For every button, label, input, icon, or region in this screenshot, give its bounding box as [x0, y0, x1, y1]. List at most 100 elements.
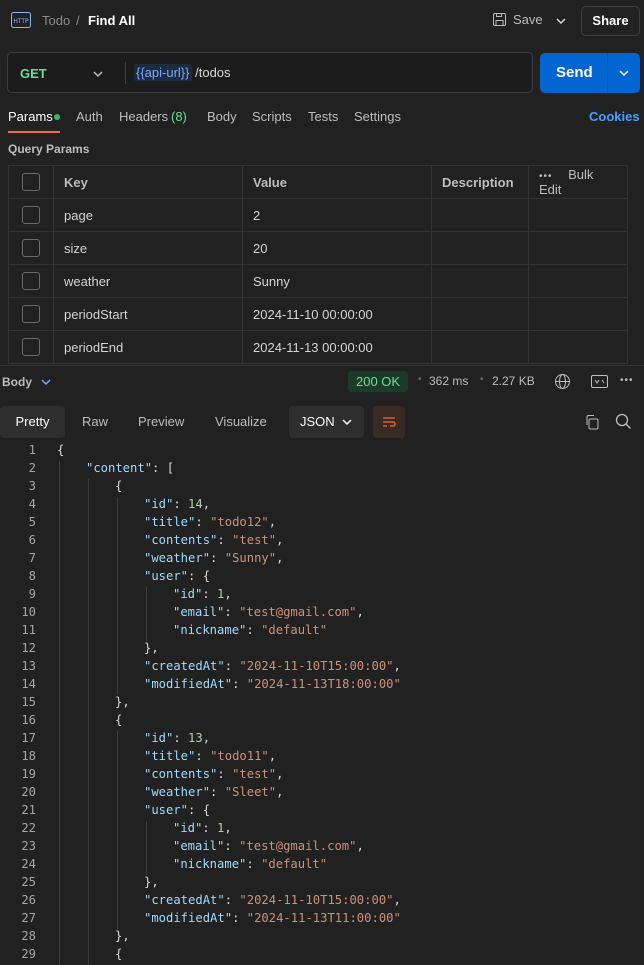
row-checkbox[interactable]: [22, 239, 40, 257]
code-line: {: [115, 479, 123, 493]
http-request-icon: HTTP: [11, 12, 31, 28]
request-tabs: Params Auth Headers (8) Body Scripts Tes…: [0, 104, 644, 133]
svg-text:HTTP: HTTP: [13, 18, 29, 25]
param-key[interactable]: size: [53, 231, 243, 265]
line-number: 14: [21, 677, 36, 691]
tab-body[interactable]: Body: [207, 109, 237, 124]
tab-settings[interactable]: Settings: [354, 109, 401, 124]
tab-auth[interactable]: Auth: [76, 109, 103, 124]
code-line: "contents": "test",: [144, 767, 284, 781]
wrap-lines-button[interactable]: [373, 406, 405, 438]
response-time[interactable]: 362 ms: [429, 374, 468, 388]
line-number: 27: [21, 911, 36, 925]
code-line: "email": "test@gmail.com",: [173, 605, 364, 619]
line-number: 16: [21, 713, 36, 727]
response-chevron-icon[interactable]: [40, 377, 52, 387]
row-checkbox[interactable]: [22, 206, 40, 224]
tab-visualize[interactable]: Visualize: [215, 406, 267, 438]
param-key[interactable]: periodStart: [53, 297, 243, 331]
table-row: periodEnd 2024-11-13 00:00:00: [8, 330, 628, 364]
param-value[interactable]: 2024-11-13 00:00:00: [242, 330, 432, 364]
response-body-label[interactable]: Body: [2, 375, 32, 389]
code-line: "id": 14,: [144, 497, 211, 511]
param-description[interactable]: [431, 297, 529, 331]
code-line: "nickname": "default": [173, 857, 328, 871]
param-description[interactable]: [431, 330, 529, 364]
status-badge[interactable]: 200 OK: [348, 371, 409, 392]
cookies-link[interactable]: Cookies: [589, 109, 640, 124]
param-value[interactable]: 2: [242, 198, 432, 232]
save-button[interactable]: Save: [492, 12, 543, 27]
param-key[interactable]: periodEnd: [53, 330, 243, 364]
request-header: HTTP Todo / Find All Save Share: [0, 0, 644, 42]
active-tab-indicator: [8, 131, 60, 133]
line-number: 21: [21, 803, 36, 817]
column-key: Key: [53, 165, 243, 199]
send-options-chevron-icon[interactable]: [618, 68, 630, 78]
tab-raw[interactable]: Raw: [82, 406, 108, 438]
line-number: 5: [28, 515, 36, 529]
search-icon[interactable]: [615, 413, 632, 430]
response-size[interactable]: 2.27 KB: [492, 374, 535, 388]
row-checkbox[interactable]: [22, 272, 40, 290]
response-header: Body 200 OK • 362 ms • 2.27 KB •••: [0, 366, 644, 398]
tab-pretty[interactable]: Pretty: [0, 406, 65, 438]
url-input[interactable]: {{api-url}} /todos: [134, 64, 231, 81]
indent-guide: [117, 731, 118, 929]
tab-preview[interactable]: Preview: [138, 406, 184, 438]
format-select[interactable]: JSON: [289, 406, 364, 438]
param-description[interactable]: [431, 198, 529, 232]
line-number: 23: [21, 839, 36, 853]
request-title[interactable]: Find All: [88, 13, 135, 28]
select-all-checkbox[interactable]: [22, 173, 40, 191]
share-button[interactable]: Share: [581, 6, 640, 36]
code-line: {: [115, 947, 123, 961]
param-description[interactable]: [431, 231, 529, 265]
code-line: "content": [: [86, 461, 175, 475]
param-value[interactable]: Sunny: [242, 264, 432, 298]
code-line: "modifiedAt": "2024-11-13T11:00:00": [144, 911, 401, 925]
param-description[interactable]: [431, 264, 529, 298]
method-select[interactable]: GET: [20, 66, 47, 81]
params-active-dot: [54, 114, 60, 120]
code-line: },: [115, 695, 130, 709]
param-value[interactable]: 2024-11-10 00:00:00: [242, 297, 432, 331]
row-checkbox[interactable]: [22, 338, 40, 356]
code-line: "title": "todo11",: [144, 749, 277, 763]
code-line: "weather": "Sleet",: [144, 785, 284, 799]
send-button[interactable]: Send: [556, 64, 593, 81]
code-line: "email": "test@gmail.com",: [173, 839, 364, 853]
param-key[interactable]: weather: [53, 264, 243, 298]
table-row: page 2: [8, 198, 628, 232]
param-value[interactable]: 20: [242, 231, 432, 265]
row-checkbox[interactable]: [22, 305, 40, 323]
line-number: 28: [21, 929, 36, 943]
tab-headers[interactable]: Headers: [119, 109, 168, 124]
line-number: 19: [21, 767, 36, 781]
param-key[interactable]: page: [53, 198, 243, 232]
more-options-icon[interactable]: •••: [539, 171, 553, 182]
code-line: "id": 1,: [173, 821, 232, 835]
breadcrumb-collection[interactable]: Todo: [42, 13, 70, 28]
save-response-icon[interactable]: [591, 375, 608, 388]
line-number: 6: [28, 533, 36, 547]
line-number: 15: [21, 695, 36, 709]
format-chevron-icon: [342, 419, 352, 426]
url-path: /todos: [191, 65, 231, 80]
globe-icon[interactable]: [554, 373, 571, 390]
save-options-chevron-icon[interactable]: [555, 16, 567, 26]
table-row: size 20: [8, 231, 628, 265]
code-line: "createdAt": "2024-11-10T15:00:00",: [144, 659, 401, 673]
line-number: 22: [21, 821, 36, 835]
tab-scripts[interactable]: Scripts: [252, 109, 292, 124]
code-line: "modifiedAt": "2024-11-13T18:00:00": [144, 677, 401, 691]
tab-tests[interactable]: Tests: [308, 109, 338, 124]
method-chevron-icon[interactable]: [92, 69, 104, 79]
line-number: 12: [21, 641, 36, 655]
tab-params[interactable]: Params: [8, 109, 53, 124]
copy-icon[interactable]: [584, 414, 600, 430]
save-icon: [493, 13, 506, 26]
line-number: 1: [28, 443, 36, 457]
more-options-icon[interactable]: •••: [620, 375, 634, 386]
line-number: 17: [21, 731, 36, 745]
